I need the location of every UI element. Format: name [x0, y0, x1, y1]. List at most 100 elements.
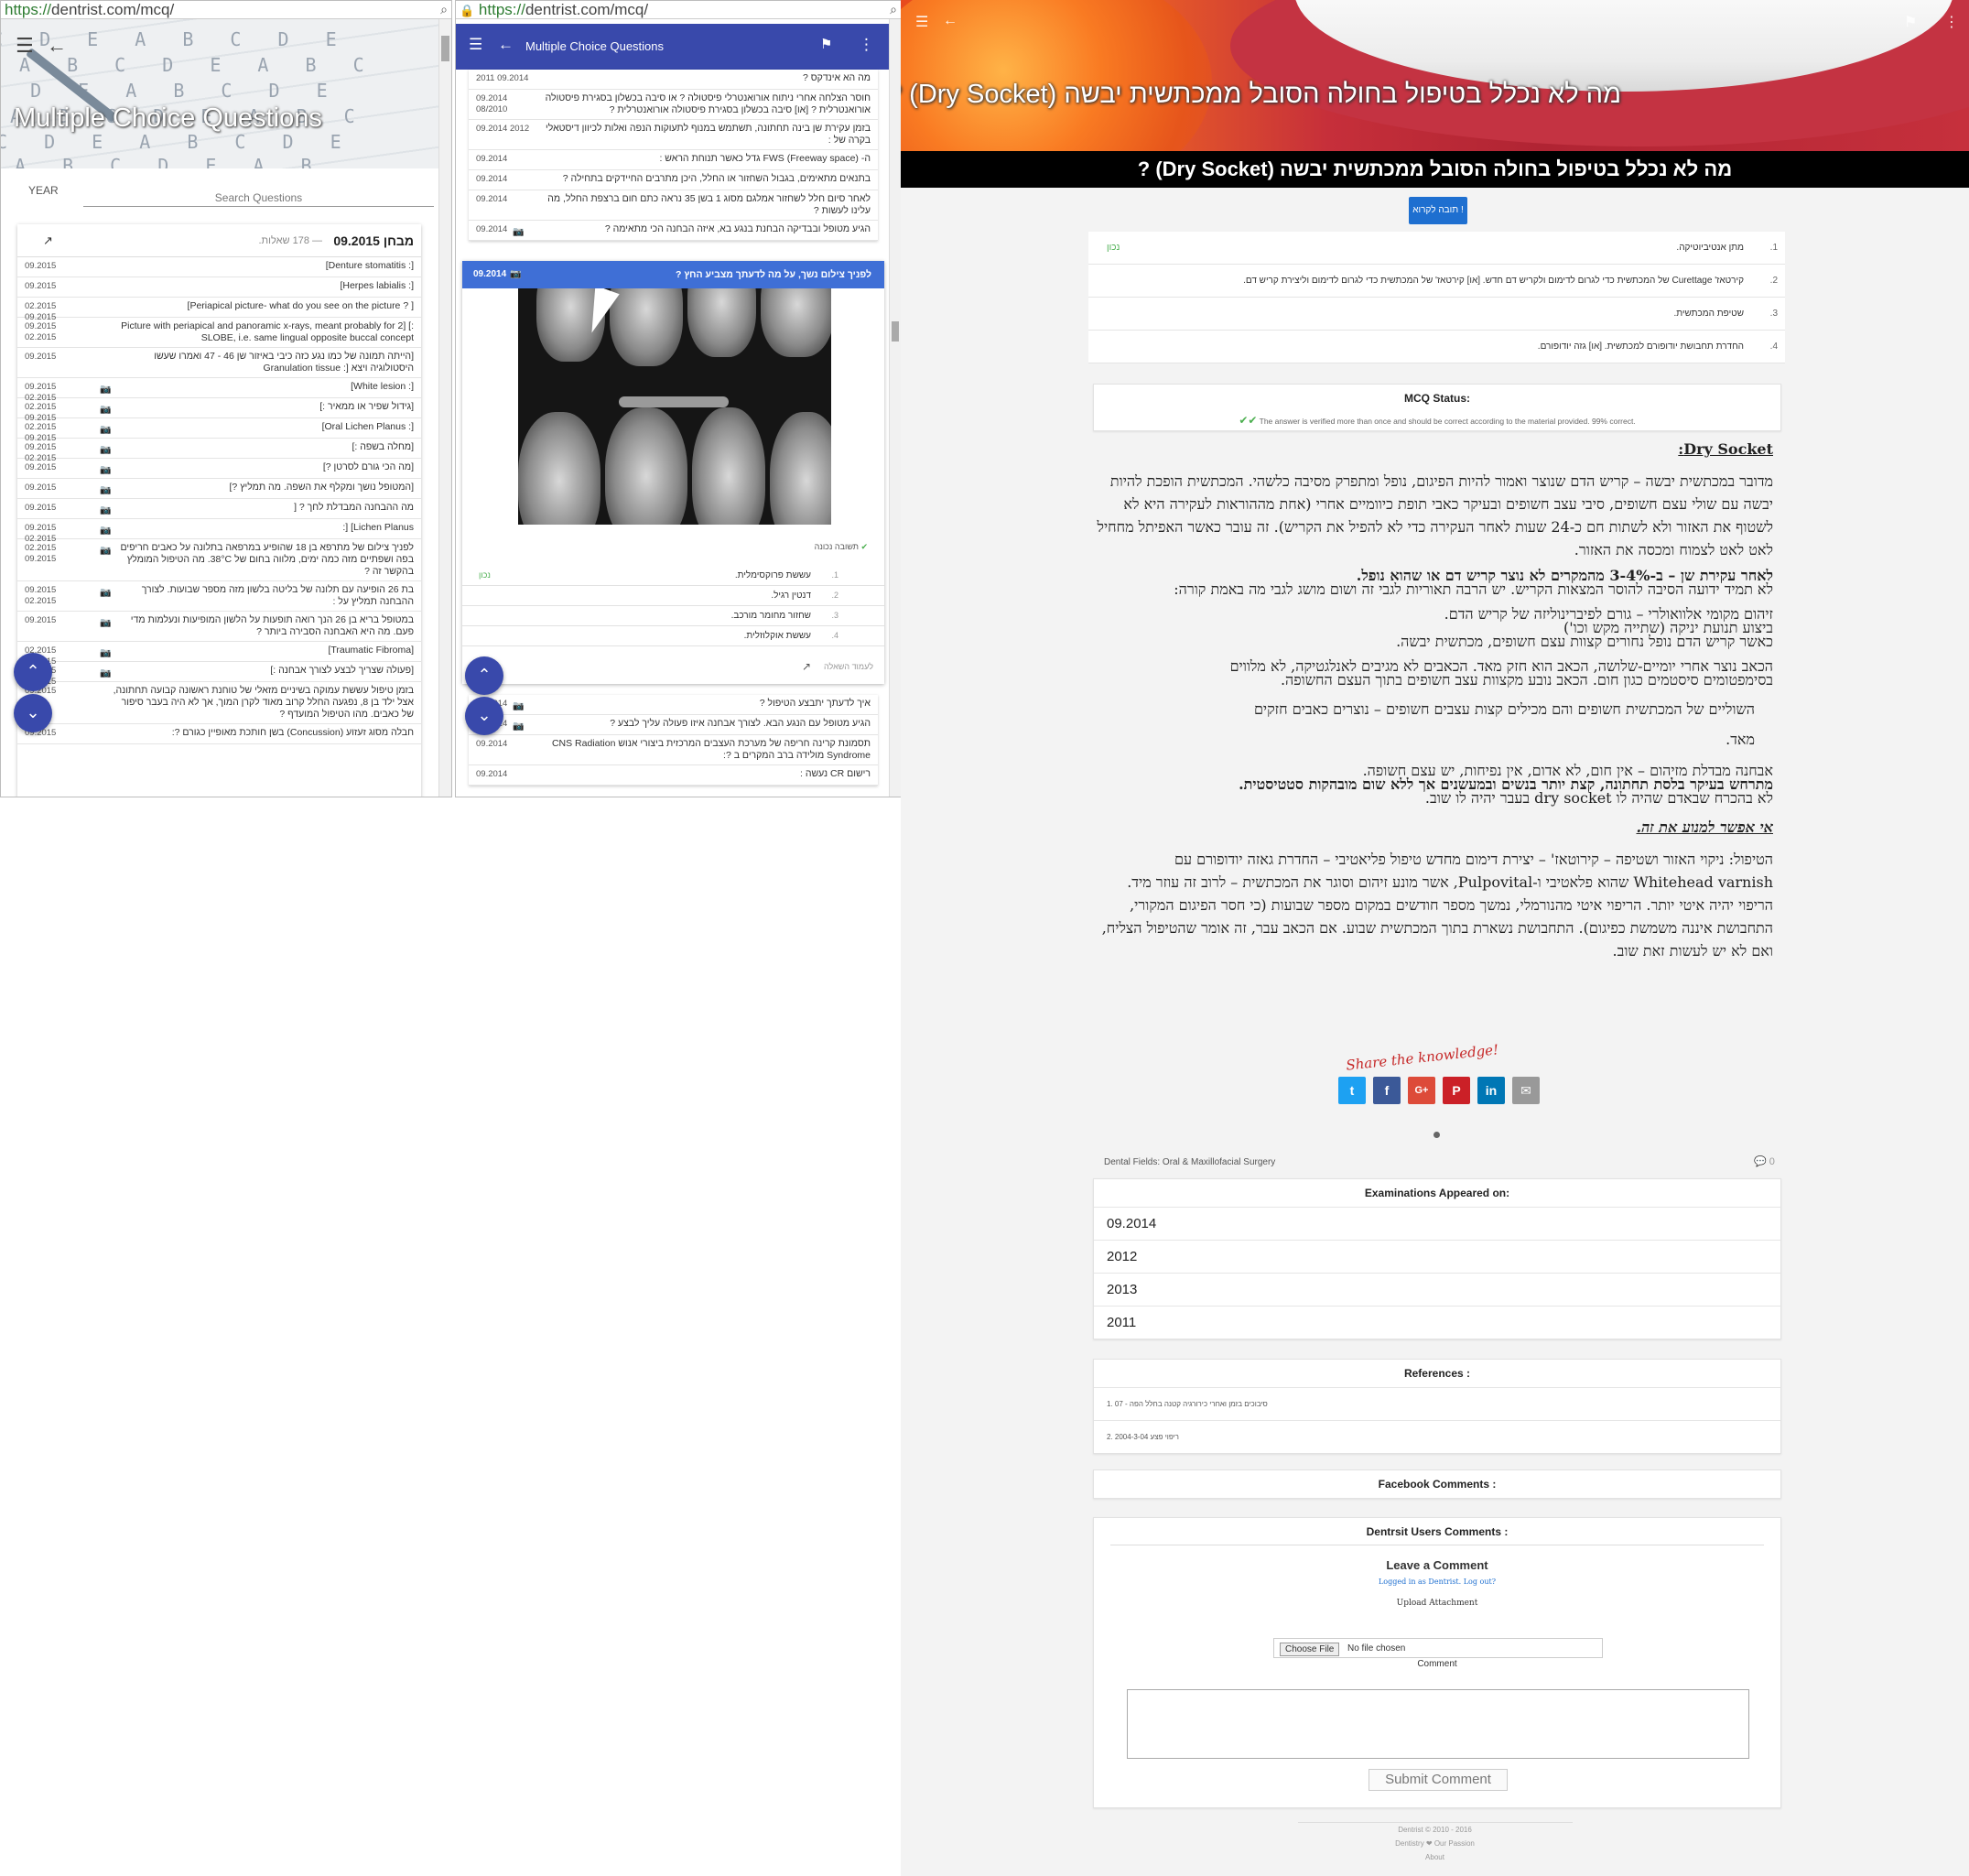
- examinations-box: Examinations Appeared on: 09.2014 2012 201…: [1093, 1178, 1781, 1339]
- google-plus-icon[interactable]: G+: [1408, 1077, 1435, 1104]
- table-row[interactable]: 02.2015 09.2015📷[פעולה שצריך לבצע לצורך …: [17, 662, 421, 687]
- camera-icon: 📷: [100, 425, 112, 435]
- feedback-icon[interactable]: ⚑: [820, 36, 832, 52]
- answer-option[interactable]: 3. שטיפת המכתשית.: [1088, 298, 1785, 331]
- scroll-down-button[interactable]: ⌄: [465, 697, 503, 735]
- answer-option[interactable]: 4. החדרת תחבושת יודופורם למכתשית. [או] גז…: [1088, 331, 1785, 363]
- table-row[interactable]: 09.2015 📷 במטופל בריא בן 26 הנך רואה תופעו…: [17, 612, 421, 642]
- answer-row[interactable]: 2. דנטין רגיל.: [462, 586, 884, 606]
- logged-in-link[interactable]: Logged in as Dentrist. Log out?: [1094, 1578, 1780, 1586]
- email-icon[interactable]: ✉: [1512, 1077, 1540, 1104]
- question-page: ☰ ← ⚑ ⋮ מה לא נכלל בטיפול בחולה הסובל ממ…: [901, 0, 1969, 1876]
- menu-icon[interactable]: ☰: [915, 13, 928, 31]
- table-row[interactable]: 09.2015 [: Herpes labialis]: [17, 277, 421, 298]
- twitter-icon[interactable]: t: [1338, 1077, 1366, 1104]
- address-bar[interactable]: 🔒 https://dentrist.com/mcq/ ⌕: [456, 1, 901, 19]
- row-question: [הייתה תמונה של כמו נגע כזה כיבי באיזור …: [154, 351, 414, 374]
- reference-item[interactable]: 1. 07 - סיבוכים בזמן ואחרי כירורגיה קטנה…: [1094, 1387, 1780, 1420]
- scroll-up-button[interactable]: ⌃: [465, 656, 503, 695]
- question-card-header[interactable]: 09.2014 📷 לפניך צילום נשך, על מה לדעתך מ…: [462, 261, 884, 288]
- scroll-down-button[interactable]: ⌄: [14, 694, 52, 732]
- comment-textarea[interactable]: [1127, 1689, 1749, 1759]
- zoom-icon[interactable]: ⌕: [440, 1, 448, 18]
- answer-option[interactable]: 2. קירטאז' Curettage של המכתשית כדי לגרום…: [1088, 265, 1785, 298]
- more-vert-icon[interactable]: ⋮: [859, 36, 874, 54]
- dental-fields[interactable]: Dental Fields: Oral & Maxillofacial Surg…: [1104, 1157, 1275, 1167]
- answer-row[interactable]: 4. עששת אוקלוזלית.: [462, 626, 884, 646]
- footer-about-link[interactable]: About: [901, 1850, 1969, 1864]
- table-row[interactable]: 09.2015 📷 [המטופל נושך ומקלף את השפה. מה ת…: [17, 479, 421, 499]
- table-row[interactable]: 09.2015 בזמן טיפול עששת עמוקה בשיניים מזא…: [17, 682, 421, 724]
- open-external-icon[interactable]: ↗: [43, 233, 53, 248]
- table-row[interactable]: 02.2015 09.2015 📷 [: Oral Lichen Planus]: [17, 418, 421, 443]
- table-row[interactable]: 09.2015 📷 [מה הכי גורם לסרטן ?]: [17, 459, 421, 479]
- scrollbar-thumb[interactable]: [892, 321, 899, 342]
- scroll-up-button[interactable]: ⌃: [14, 653, 52, 691]
- correct-label: נכון: [1107, 243, 1120, 253]
- camera-icon: 📷: [513, 721, 525, 732]
- linkedin-icon[interactable]: in: [1477, 1077, 1505, 1104]
- address-bar[interactable]: https://dentrist.com/mcq/ ⌕: [1, 1, 451, 19]
- open-external-icon[interactable]: ↗: [802, 660, 811, 673]
- table-row[interactable]: 09.2015 חבלה מסוג זעזוע (Concussion) בשן …: [17, 724, 421, 744]
- camera-icon: 📷: [100, 526, 112, 536]
- table-row[interactable]: 09.2014 תסמונת קרינה חריפה של מערכת העצבי…: [469, 735, 878, 765]
- menu-icon[interactable]: ☰: [16, 34, 34, 58]
- scrollbar[interactable]: [438, 19, 451, 797]
- submit-comment-button[interactable]: Submit Comment: [1369, 1769, 1508, 1791]
- table-row[interactable]: 09.2014 בתנאים מתאימים, בגבול השחזור או ה…: [469, 170, 878, 190]
- table-row[interactable]: 09.2014 08/2010 חוסר הצלחה אחרי ניתוח אור…: [469, 90, 878, 120]
- table-row[interactable]: 09.2014 📷 הגיע מטופל ובבדיקה הבחנת בנגע בא…: [469, 221, 878, 241]
- table-row[interactable]: 09.2015 02.2015 📷 [: White lesion]: [17, 378, 421, 403]
- pinterest-icon[interactable]: P: [1443, 1077, 1470, 1104]
- choose-file-button[interactable]: Choose File: [1280, 1643, 1340, 1656]
- row-question: Lichen Planus] [:: [342, 522, 414, 533]
- row-date: 09.2015: [25, 352, 57, 362]
- table-row[interactable]: 02.2015 09.2015[ ? Periapical picture- w…: [17, 298, 421, 322]
- year-filter[interactable]: YEAR: [28, 184, 59, 197]
- url-path: dentrist.com/mcq/: [51, 1, 175, 18]
- table-row[interactable]: 09.2015 [הייתה תמונה של כמו נגע כזה כיבי …: [17, 348, 421, 378]
- exam-item[interactable]: 2011: [1094, 1306, 1780, 1339]
- back-arrow-icon[interactable]: ←: [943, 13, 957, 29]
- table-row[interactable]: 09.2014 לאחר סיום חלל לשחזור אמלגם מסוג 1…: [469, 190, 878, 221]
- scrollbar-thumb[interactable]: [441, 36, 449, 61]
- scrollbar[interactable]: [889, 19, 901, 797]
- question-page-link[interactable]: לעמוד השאלה: [824, 662, 873, 671]
- table-row[interactable]: 09.2015 02.2015 Picture with periapical a…: [17, 318, 421, 348]
- table-row[interactable]: 09.2014📷הגיע מטופל עם הנגע הבא. לצורך אב…: [469, 715, 878, 735]
- file-input[interactable]: Choose File No file chosen: [1273, 1638, 1603, 1658]
- facebook-icon[interactable]: f: [1373, 1077, 1401, 1104]
- option-text: קירטאז' Curettage של המכתשית כדי לגרום ל…: [1243, 276, 1744, 286]
- table-row[interactable]: 09.2014📷איך לדעתך יתבצע הטיפול ?: [469, 695, 878, 715]
- exam-item[interactable]: 09.2014: [1094, 1207, 1780, 1240]
- filter-bar: YEAR Search Questions: [1, 168, 438, 214]
- table-row[interactable]: 02.2015 09.2015📷[Traumatic Fibroma]: [17, 642, 421, 667]
- reference-item[interactable]: 2. 2004-3-04 ריפוי פצע: [1094, 1420, 1780, 1453]
- table-row[interactable]: 09.2015 02.2015 📷 [מחלה בשפה :]: [17, 439, 421, 463]
- answer-row[interactable]: 3. שחזור מחומר מורכב.: [462, 606, 884, 626]
- table-row[interactable]: 09.2015 02.2015 📷 בת 26 הופיעה עם תלונה של…: [17, 581, 421, 612]
- comment-count[interactable]: 💬 0: [1754, 1155, 1775, 1167]
- table-row[interactable]: 09.2014 ה- FWS (Freeway space) גדל כאשר ת…: [469, 150, 878, 170]
- zoom-icon[interactable]: ⌕: [890, 1, 897, 18]
- answer-option[interactable]: 1. מתן אנטיביוטיקה. נכון: [1088, 232, 1785, 265]
- exam-item[interactable]: 2013: [1094, 1273, 1780, 1306]
- more-vert-icon[interactable]: ⋮: [1944, 13, 1959, 31]
- menu-icon[interactable]: ☰: [469, 36, 482, 54]
- answer-row[interactable]: 1. עששת פרוקסימלית. נכון: [462, 566, 884, 586]
- table-row[interactable]: 09.2015 [: Denture stomatitis]: [17, 257, 421, 277]
- table-row[interactable]: 2011 09.2014 מה הא אינדקס ?: [469, 70, 878, 90]
- table-row[interactable]: 02.2015 09.2015 📷 [גידול שפיר או ממאיר :]: [17, 398, 421, 423]
- table-row[interactable]: 09.2014 רישום CR נעשה :: [469, 765, 878, 786]
- feedback-icon[interactable]: ⚑: [1904, 13, 1917, 31]
- back-arrow-icon[interactable]: ←: [47, 34, 67, 58]
- table-row[interactable]: 09.2015 📷 מה ההבחנה המבדלת לחך ? [: [17, 499, 421, 519]
- back-arrow-icon[interactable]: ←: [498, 36, 514, 54]
- reveal-answer-button[interactable]: תובה לקרוא !: [1409, 197, 1467, 224]
- exam-item[interactable]: 2012: [1094, 1240, 1780, 1273]
- table-row[interactable]: 09.2014 2012 בזמן עקירת שן בינה תחתונה, ת…: [469, 120, 878, 150]
- search-input[interactable]: Search Questions: [83, 189, 434, 207]
- table-row[interactable]: 02.2015 09.2015 📷 לפניך צילום של מתרפא בן …: [17, 539, 421, 581]
- table-row[interactable]: 09.2015 02.2015 📷 Lichen Planus] [:: [17, 519, 421, 544]
